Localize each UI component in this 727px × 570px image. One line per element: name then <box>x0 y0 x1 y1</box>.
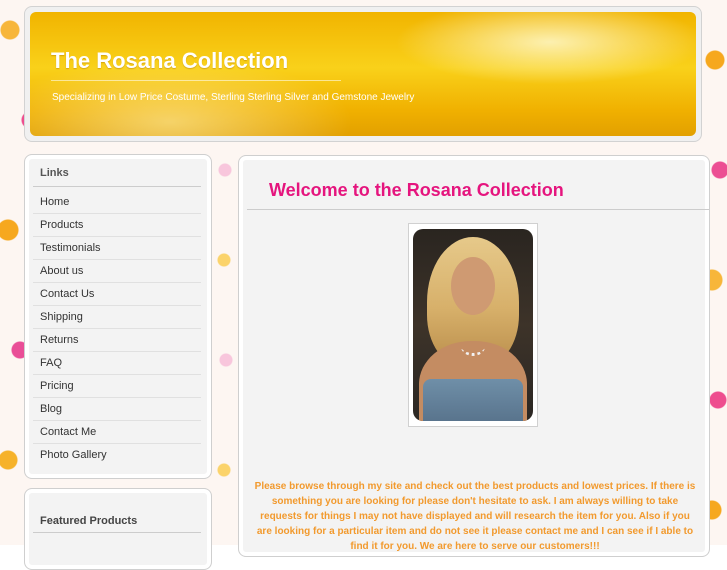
nav-item-contact-me[interactable]: Contact Me <box>33 421 201 444</box>
nav-list: Home Products Testimonials About us Cont… <box>33 191 201 466</box>
links-sidebar: Links Home Products Testimonials About u… <box>24 154 212 479</box>
nav-item-testimonials[interactable]: Testimonials <box>33 237 201 260</box>
featured-heading-divider <box>33 532 201 533</box>
welcome-divider <box>247 209 709 210</box>
links-heading: Links <box>40 167 69 179</box>
intro-text: Please browse through my site and check … <box>254 481 696 552</box>
featured-products-heading: Featured Products <box>40 515 138 527</box>
links-heading-divider <box>33 186 201 187</box>
nav-item-returns[interactable]: Returns <box>33 329 201 352</box>
nav-item-products[interactable]: Products <box>33 214 201 237</box>
title-divider <box>51 80 341 81</box>
nav-item-pricing[interactable]: Pricing <box>33 375 201 398</box>
featured-products-box: Featured Products <box>24 488 212 570</box>
nav-item-shipping[interactable]: Shipping <box>33 306 201 329</box>
site-header: The Rosana Collection Specializing in Lo… <box>24 6 702 142</box>
nav-item-blog[interactable]: Blog <box>33 398 201 421</box>
nav-item-home[interactable]: Home <box>33 191 201 214</box>
nav-item-photo-gallery[interactable]: Photo Gallery <box>33 444 201 466</box>
profile-photo <box>413 229 533 421</box>
photo-dress <box>423 379 523 421</box>
nav-item-about-us[interactable]: About us <box>33 260 201 283</box>
nav-item-faq[interactable]: FAQ <box>33 352 201 375</box>
header-banner: The Rosana Collection Specializing in Lo… <box>30 12 696 136</box>
nav-item-contact-us[interactable]: Contact Us <box>33 283 201 306</box>
site-tagline: Specializing in Low Price Costume, Sterl… <box>52 92 415 103</box>
welcome-title: Welcome to the Rosana Collection <box>269 180 564 200</box>
photo-face <box>451 257 495 315</box>
photo-necklace <box>461 337 485 356</box>
site-title[interactable]: The Rosana Collection <box>51 48 288 74</box>
profile-photo-frame <box>408 223 538 427</box>
main-content: Welcome to the Rosana Collection Please … <box>238 155 710 557</box>
